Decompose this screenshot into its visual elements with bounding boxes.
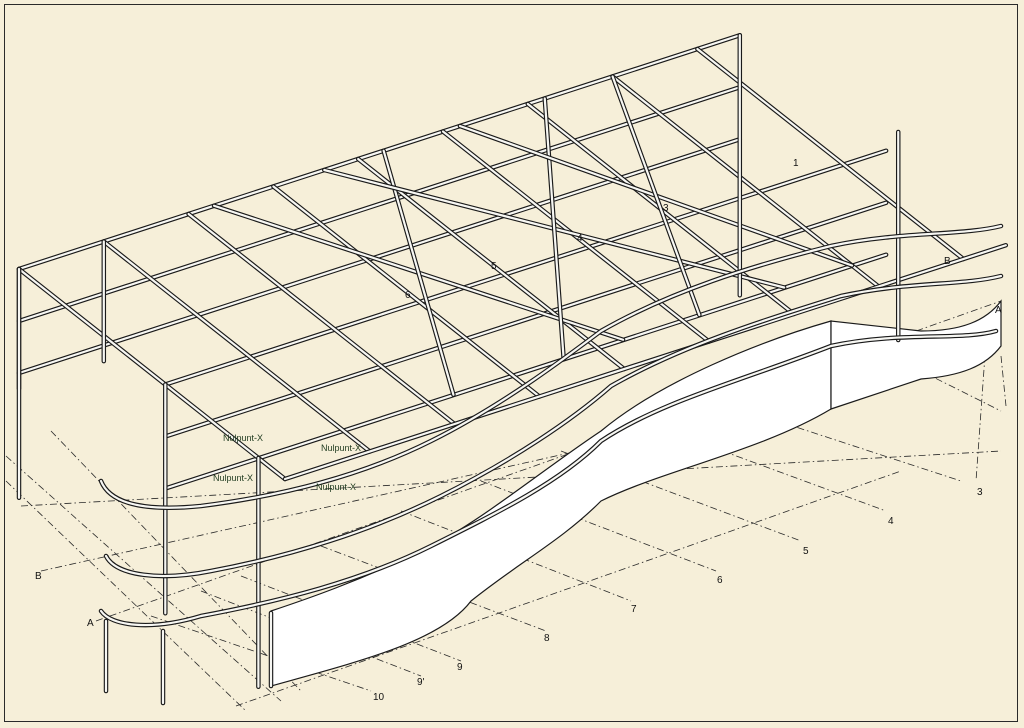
grid-label-b-right: B — [944, 256, 951, 267]
zero-point-label: Nulpunt-X — [213, 473, 253, 483]
grid-label-a-left: A — [87, 618, 94, 629]
curved-edge-beams — [98, 223, 1004, 628]
roof-label-4: 4 — [577, 233, 583, 244]
roof-label-3: 3 — [663, 203, 669, 214]
grid-label-4: 4 — [888, 516, 894, 527]
zero-point-label: Nulpunt-X — [321, 443, 361, 453]
grid-label-5: 5 — [803, 546, 809, 557]
steel-beam — [696, 47, 965, 261]
grid-label-3: 3 — [977, 487, 983, 498]
grid-label-9prime: 9' — [417, 677, 425, 688]
roof-label-1: 1 — [793, 158, 799, 169]
zero-point-label: Nulpunt-X — [223, 433, 263, 443]
grid-label-a-right: A — [995, 305, 1002, 316]
grid-label-8: 8 — [544, 633, 550, 644]
drawing-frame: 3 4 5 6 7 8 9 9' 10 A B A B 1 3 4 5 6 Nu… — [4, 4, 1018, 722]
steel-frame-drawing: 3 4 5 6 7 8 9 9' 10 A B A B 1 3 4 5 6 Nu… — [5, 33, 1009, 712]
grid-label-9: 9 — [457, 662, 463, 673]
zero-point-label: Nulpunt-X — [316, 482, 356, 492]
roof-label-6: 6 — [405, 290, 411, 301]
grid-label-b-left: B — [35, 571, 42, 582]
grid-label-10: 10 — [373, 692, 385, 703]
roof-label-5: 5 — [491, 261, 497, 272]
curved-facade — [270, 299, 1002, 687]
grid-label-7: 7 — [631, 604, 637, 615]
grid-label-6: 6 — [717, 575, 723, 586]
